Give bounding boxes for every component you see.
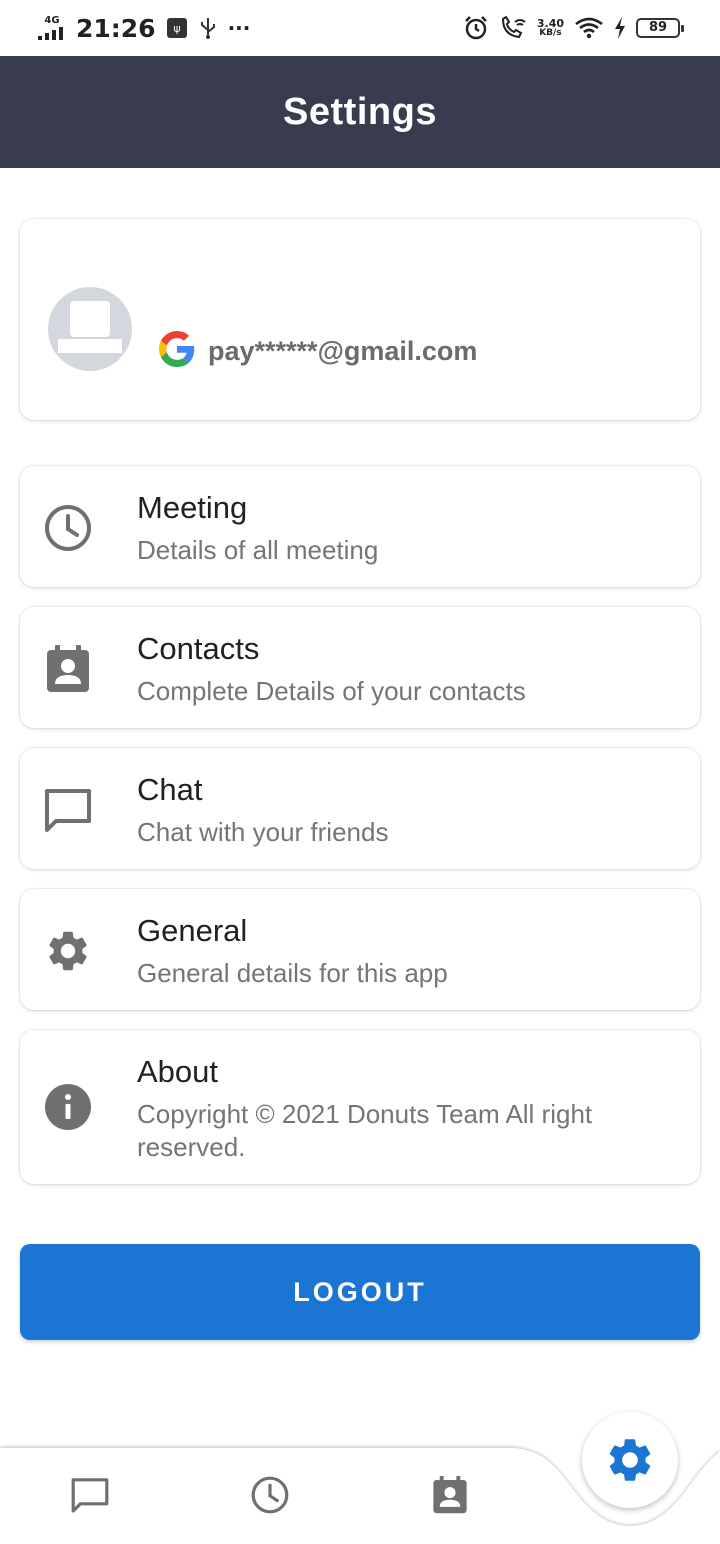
status-bar: 4G 21:26 ψ ··· 3.40 KB/s 89 <box>0 0 720 56</box>
wifi-call-icon <box>501 15 526 39</box>
menu-item-subtitle: Chat with your friends <box>137 817 389 847</box>
chat-bubble-icon <box>42 784 94 836</box>
network-type: 4G <box>44 15 60 26</box>
page-title: Settings <box>283 90 437 133</box>
menu-item-title: Chat <box>137 772 203 807</box>
usb-icon <box>200 18 215 39</box>
menu-item-subtitle: General details for this app <box>137 958 448 988</box>
battery-icon: 89 <box>636 18 684 38</box>
clock-icon <box>42 502 94 554</box>
menu-item-title: Contacts <box>137 631 260 666</box>
clock-icon <box>251 1476 289 1514</box>
chat-bubble-icon <box>71 1478 109 1513</box>
menu-item-title: About <box>137 1054 219 1089</box>
info-icon <box>42 1081 94 1133</box>
nav-chat[interactable] <box>65 1470 115 1520</box>
contact-calendar-icon <box>433 1476 467 1514</box>
gear-icon <box>42 925 94 977</box>
menu-item-title: Meeting <box>137 490 248 525</box>
menu-item-contacts[interactable]: Contacts Complete Details of your contac… <box>20 607 700 728</box>
account-email: pay******@gmail.com <box>208 336 478 366</box>
more-notifications-indicator: ··· <box>227 16 251 40</box>
menu-item-subtitle: Details of all meeting <box>137 535 379 565</box>
alarm-icon <box>464 16 487 40</box>
avatar[interactable] <box>48 287 132 371</box>
menu-item-about[interactable]: About Copyright © 2021 Donuts Team All r… <box>20 1030 700 1184</box>
charging-icon <box>615 17 625 39</box>
menu-item-chat[interactable]: Chat Chat with your friends <box>20 748 700 869</box>
signal-icon <box>38 27 63 40</box>
nav-settings-active[interactable] <box>582 1412 678 1508</box>
usb-debug-icon: ψ <box>166 18 187 38</box>
app-bar: Settings <box>0 56 720 168</box>
menu-item-title: General <box>137 913 248 948</box>
wifi-icon <box>575 17 603 39</box>
nav-contacts[interactable] <box>425 1470 475 1520</box>
gear-icon <box>609 1439 651 1481</box>
contact-calendar-icon <box>42 643 94 695</box>
network-speed: 3.40 KB/s <box>536 17 564 38</box>
menu-item-general[interactable]: General General details for this app <box>20 889 700 1010</box>
google-icon <box>159 331 195 367</box>
bottom-navigation <box>0 1400 720 1544</box>
svg-text:ψ: ψ <box>173 22 180 35</box>
logout-button[interactable]: LOGOUT <box>20 1244 700 1340</box>
menu-item-subtitle: Copyright © 2021 Donuts Team All right r… <box>137 1099 593 1162</box>
signal-indicator: 4G <box>38 16 66 40</box>
menu-item-meeting[interactable]: Meeting Details of all meeting <box>20 466 700 587</box>
profile-card[interactable]: pay******@gmail.com <box>20 219 700 420</box>
menu-item-subtitle: Complete Details of your contacts <box>137 676 526 706</box>
nav-meeting[interactable] <box>245 1470 295 1520</box>
status-time: 21:26 <box>76 13 156 43</box>
